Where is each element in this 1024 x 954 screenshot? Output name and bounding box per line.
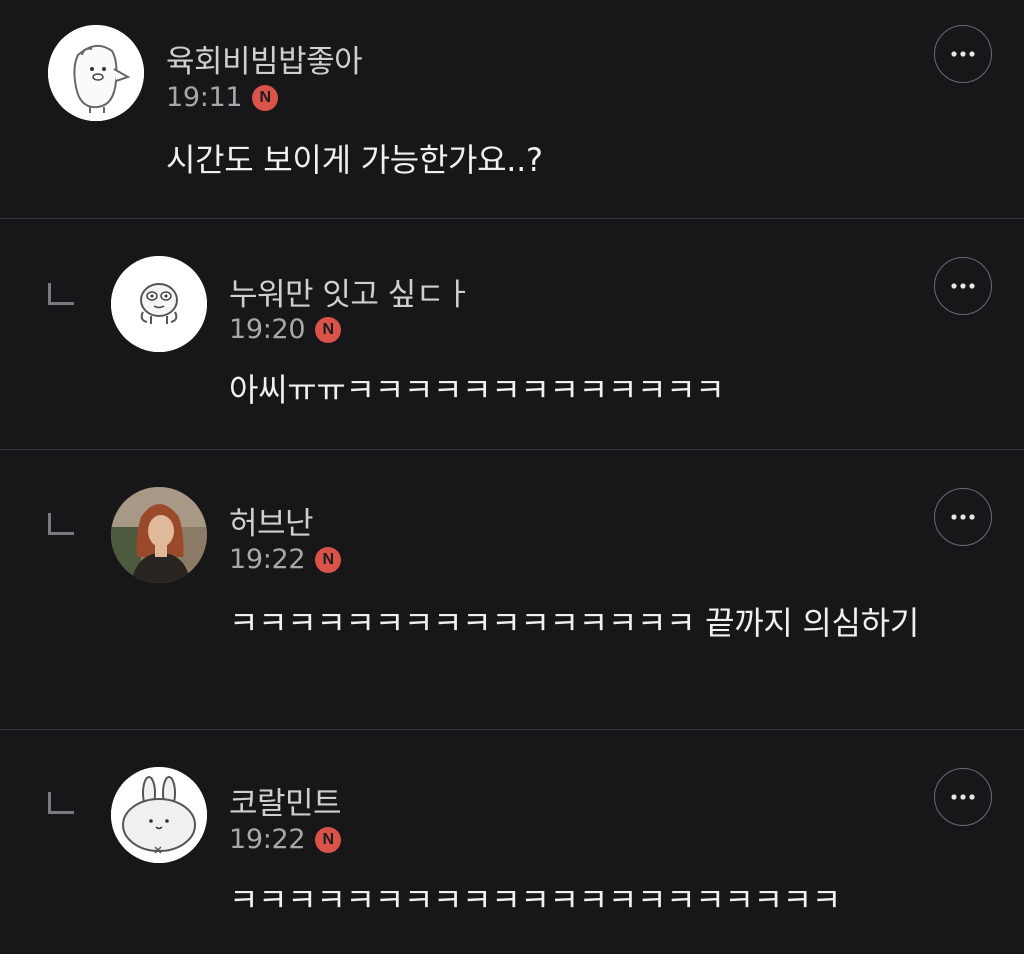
comment-time: 19:11 [166,82,243,113]
reply-item: 코랄민트 19:22 N ㅋㅋㅋㅋㅋㅋㅋㅋㅋㅋㅋㅋㅋㅋㅋㅋㅋㅋㅋㅋㅋ [0,730,1024,954]
new-badge: N [315,316,342,343]
comment-text: ㅋㅋㅋㅋㅋㅋㅋㅋㅋㅋㅋㅋㅋㅋㅋㅋㅋㅋㅋㅋㅋ [229,881,841,919]
avatar[interactable] [111,767,207,863]
comment-text: 시간도 보이게 가능한가요..? [166,141,543,179]
avatar[interactable] [111,487,207,583]
new-badge: N [315,826,342,853]
more-options-button[interactable] [934,25,992,83]
reply-item: 허브난 19:22 N ㅋㅋㅋㅋㅋㅋㅋㅋㅋㅋㅋㅋㅋㅋㅋㅋ 끝까지 의심하기 [0,450,1024,729]
comment-text: 아씨ㅠㅠㅋㅋㅋㅋㅋㅋㅋㅋㅋㅋㅋㅋㅋ [229,371,725,409]
comment-time: 19:22 [229,824,306,855]
reply-indent-icon [48,283,74,305]
reply-indent-icon [48,792,74,814]
comment-nickname[interactable]: 육회비빔밥좋아 [166,36,363,81]
more-options-button[interactable] [934,488,992,546]
photo-avatar [111,487,207,583]
sticker-character-icon [48,25,144,121]
comment-meta: 19:20 N [229,314,342,345]
avatar[interactable] [111,256,207,352]
more-options-button[interactable] [934,768,992,826]
more-options-button[interactable] [934,257,992,315]
reply-indent-icon [48,513,74,535]
more-dots-icon [951,51,975,57]
new-badge: N [252,84,279,111]
comment-time: 19:20 [229,314,306,345]
bunny-sticker-icon [111,767,207,863]
comment-text: ㅋㅋㅋㅋㅋㅋㅋㅋㅋㅋㅋㅋㅋㅋㅋㅋ 끝까지 의심하기 [229,604,919,642]
new-badge: N [315,546,342,573]
comment-nickname[interactable]: 누워만 잇고 싶ㄷㅏ [229,269,472,314]
comment-meta: 19:22 N [229,824,342,855]
comment-nickname[interactable]: 코랄민트 [229,778,342,823]
comment-meta: 19:11 N [166,82,279,113]
avatar[interactable] [48,25,144,121]
more-dots-icon [951,794,975,800]
more-dots-icon [951,514,975,520]
comment-item: 육회비빔밥좋아 19:11 N 시간도 보이게 가능한가요..? [0,0,1024,218]
comment-nickname[interactable]: 허브난 [229,498,314,543]
sticker-creature-icon [111,256,207,352]
comment-time: 19:22 [229,544,306,575]
more-dots-icon [951,283,975,289]
comment-meta: 19:22 N [229,544,342,575]
reply-item: 누워만 잇고 싶ㄷㅏ 19:20 N 아씨ㅠㅠㅋㅋㅋㅋㅋㅋㅋㅋㅋㅋㅋㅋㅋ [0,219,1024,449]
